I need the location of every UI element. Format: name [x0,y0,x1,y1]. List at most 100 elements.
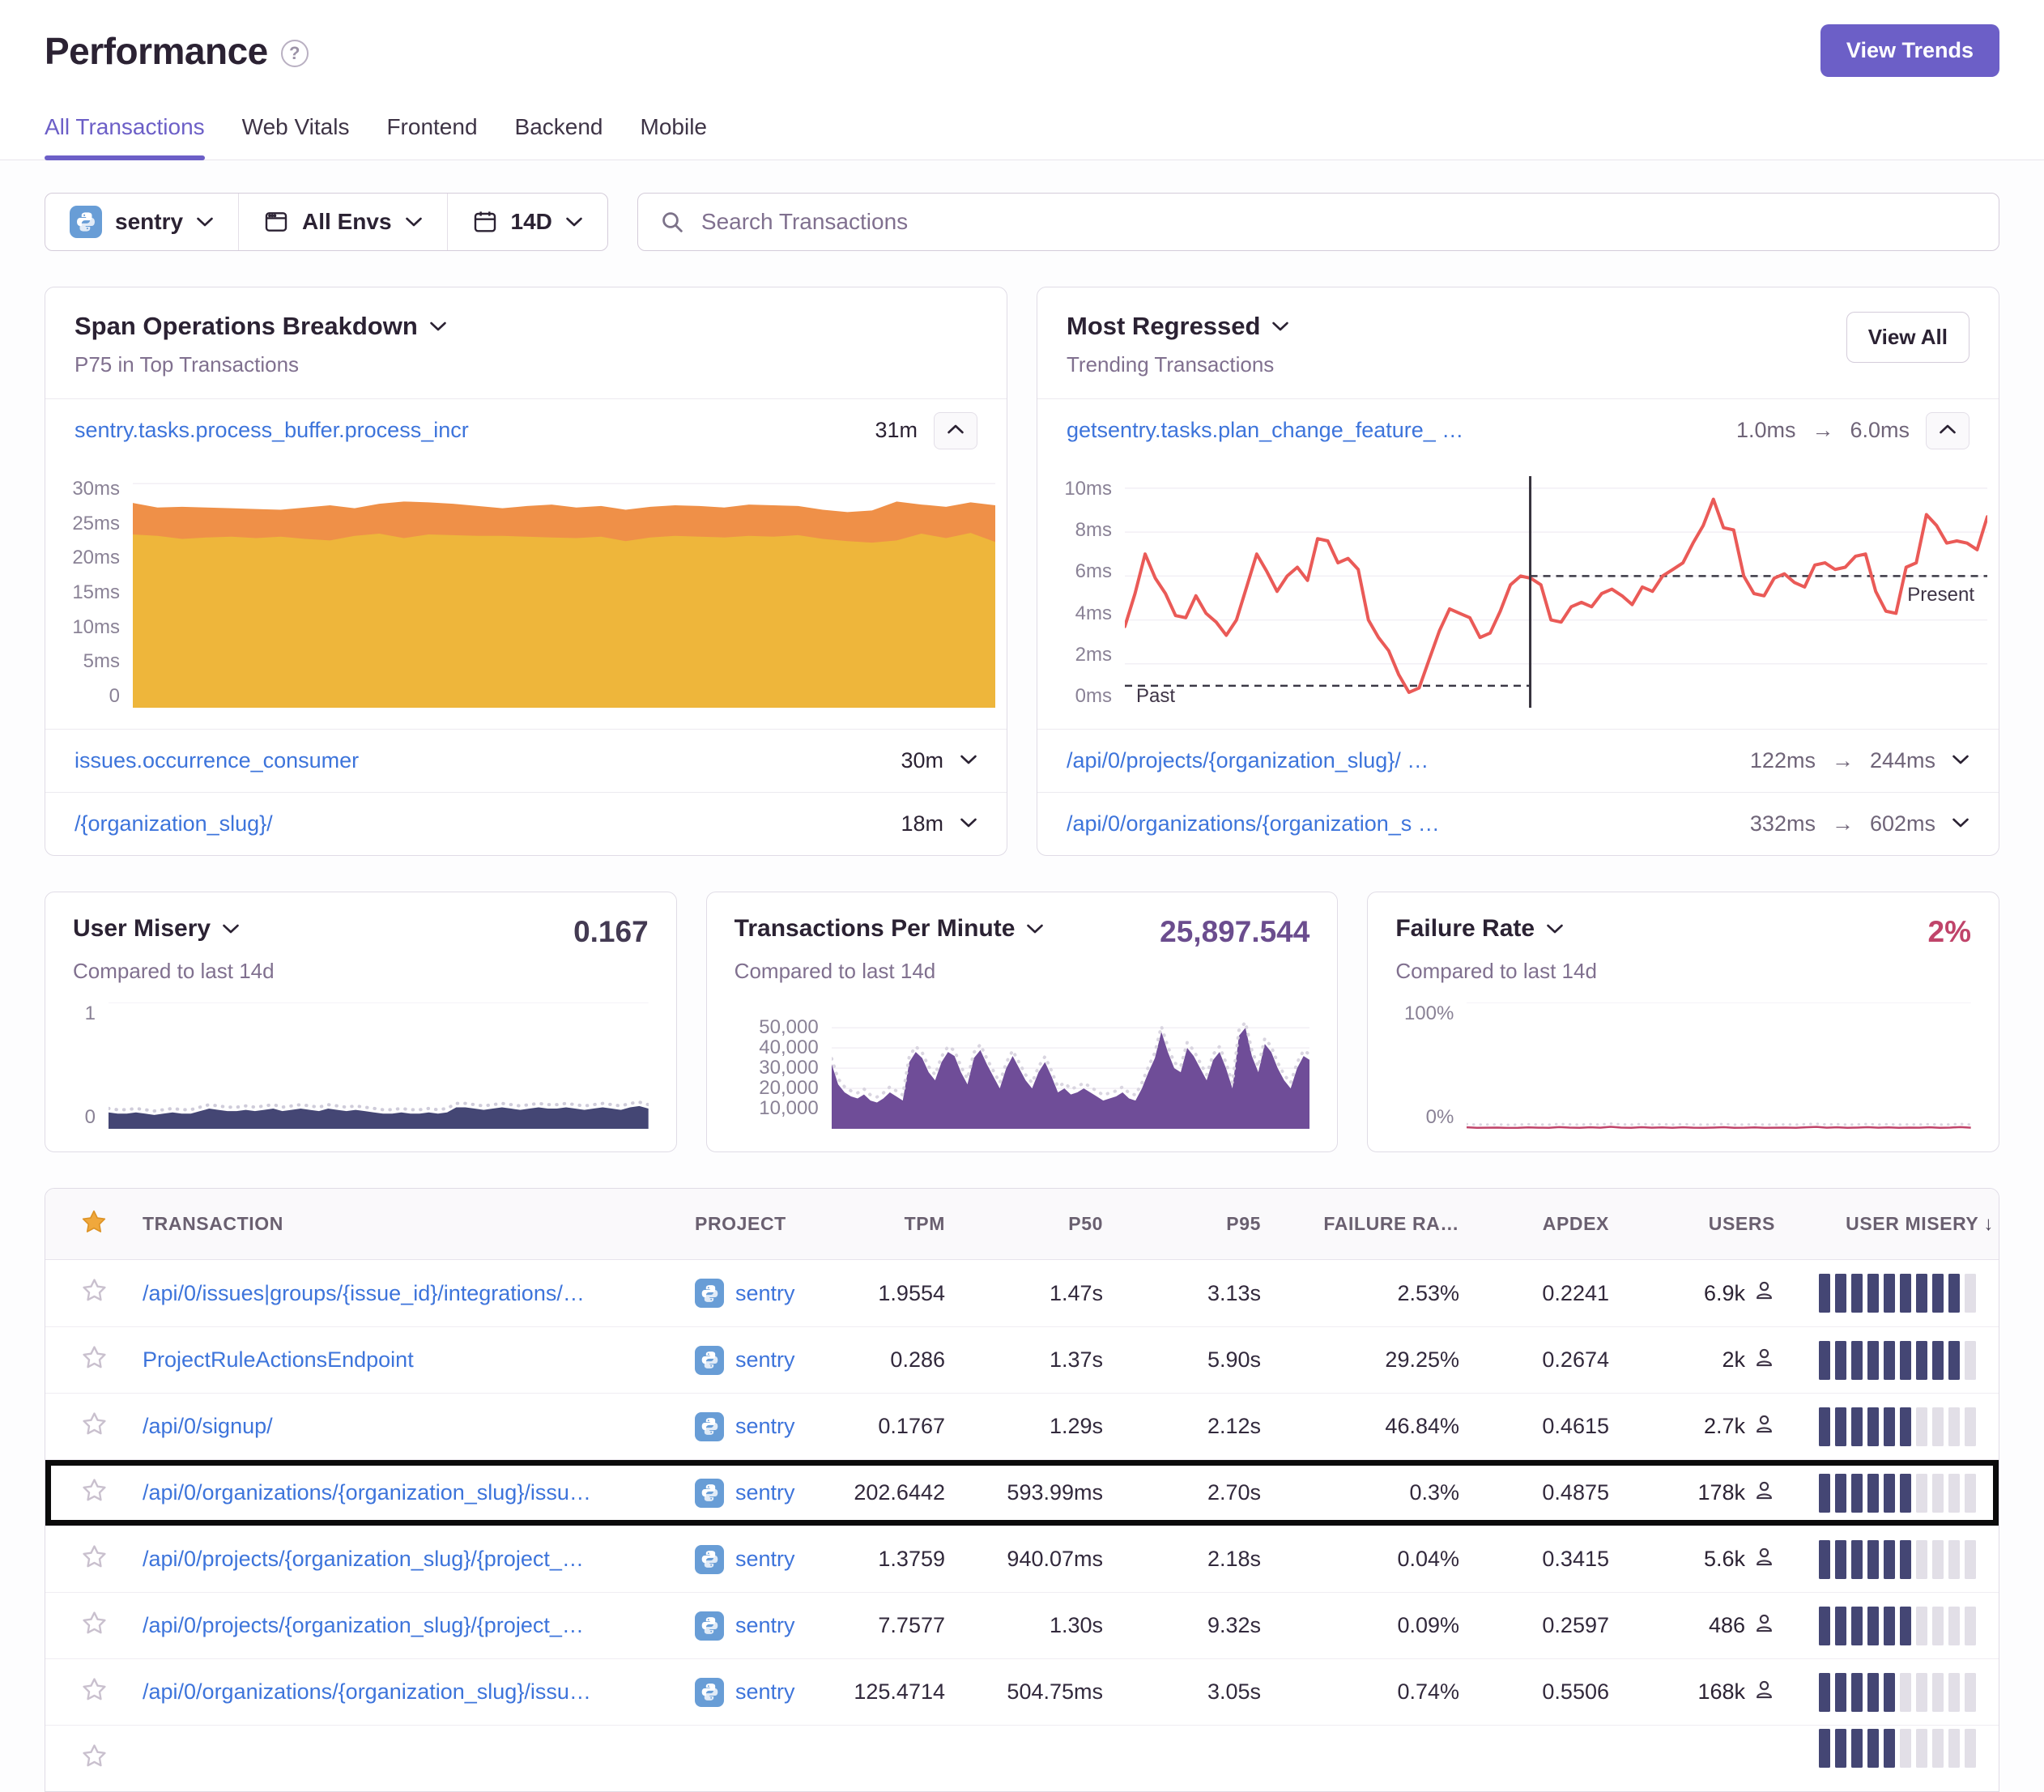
expand-button[interactable] [1952,754,1969,768]
transaction-link[interactable]: /api/0/organizations/{organization_slug}… [143,1679,662,1705]
star-outline-icon [81,1411,108,1443]
span-ops-expanded-row: sentry.tasks.process_buffer.process_incr… [45,398,1007,462]
column-header-transaction[interactable]: Transaction [143,1213,662,1235]
transaction-link[interactable]: /api/0/issues|groups/{issue_id}/integrat… [143,1281,662,1306]
project-link[interactable]: sentry [735,1613,795,1638]
card-subtitle: Compared to last 14d [1395,959,1971,984]
project-link[interactable]: sentry [735,1547,795,1572]
users-count: 6.9k [1704,1281,1745,1306]
help-icon[interactable]: ? [281,40,309,67]
card-subtitle: Compared to last 14d [735,959,1310,984]
span-op-link[interactable]: sentry.tasks.process_buffer.process_incr [75,418,469,443]
expand-button[interactable] [1952,817,1969,831]
column-header-p50[interactable]: P50 [950,1213,1108,1235]
chevron-down-icon [960,817,977,831]
user-misery-title-dropdown[interactable]: User Misery [73,915,240,943]
tab-frontend[interactable]: Frontend [386,114,477,160]
favorite-star-button[interactable] [45,1477,143,1509]
p50-value: 1.29s [950,1414,1108,1439]
project-link[interactable]: sentry [735,1347,795,1373]
search-transactions-box [637,193,1999,251]
project-link[interactable]: sentry [735,1679,795,1705]
tab-all-transactions[interactable]: All Transactions [45,114,205,160]
favorite-star-button[interactable] [45,1344,143,1377]
y-axis-labels: 50,000 40,000 30,000 20,000 10,000 [735,1002,832,1129]
transaction-link[interactable]: /api/0/organizations/{organization_s … [1067,811,1440,836]
chevron-down-icon [429,321,447,332]
project-link[interactable]: sentry [735,1480,795,1505]
chevron-down-icon [960,754,977,768]
key-transactions-column-header[interactable] [45,1208,143,1241]
favorite-star-button[interactable] [45,1411,143,1443]
project-link[interactable]: sentry [735,1414,795,1439]
window-icon [263,209,289,235]
p95-value: 3.13s [1108,1281,1266,1306]
chevron-up-icon [1939,424,1957,437]
card-subtitle: Compared to last 14d [73,959,649,984]
p95-value: 2.18s [1108,1547,1266,1572]
person-icon [1753,1612,1775,1640]
transaction-link[interactable]: /api/0/signup/ [143,1414,662,1439]
regression-line-chart [1125,476,1987,708]
apdex-value: 0.5506 [1464,1679,1614,1705]
user-misery-bars [1780,1607,1999,1645]
person-icon [1753,1679,1775,1706]
favorite-star-button[interactable] [45,1543,143,1576]
most-regressed-title-dropdown[interactable]: Most Regressed [1067,312,1289,341]
project-cell: sentry [662,1545,816,1574]
arrow-right-icon: → [1812,418,1833,443]
tpm-title-dropdown[interactable]: Transactions Per Minute [735,915,1045,943]
tab-web-vitals[interactable]: Web Vitals [242,114,350,160]
column-header-users[interactable]: Users [1614,1213,1780,1235]
column-header-p95[interactable]: P95 [1108,1213,1266,1235]
tpm-value: 7.7577 [816,1613,950,1638]
transaction-link[interactable]: /api/0/projects/{organization_slug}/ … [1067,748,1429,773]
python-project-icon [695,1279,724,1308]
transaction-link[interactable]: getsentry.tasks.plan_change_feature_ … [1067,418,1463,443]
failure-rate-title-dropdown[interactable]: Failure Rate [1395,915,1564,943]
star-icon [80,1208,108,1241]
user-misery-area-chart [109,1002,649,1129]
expand-button[interactable] [960,817,977,831]
view-all-button[interactable]: View All [1846,312,1969,363]
date-range-filter[interactable]: 14D [447,194,607,250]
transaction-link[interactable]: /api/0/projects/{organization_slug}/{pro… [143,1613,662,1638]
environment-filter[interactable]: All Envs [238,194,446,250]
table-row: /api/0/organizations/{organization_slug}… [45,1658,1999,1725]
transaction-link[interactable]: /api/0/organizations/{organization_slug}… [143,1480,662,1505]
collapse-button[interactable] [934,412,977,449]
chevron-down-icon [222,923,240,934]
span-op-link[interactable]: /{organization_slug}/ [75,811,273,836]
star-outline-icon [81,1477,108,1509]
p50-value: 504.75ms [950,1679,1108,1705]
tab-mobile[interactable]: Mobile [641,114,707,160]
column-header-apdex[interactable]: Apdex [1464,1213,1614,1235]
span-op-link[interactable]: issues.occurrence_consumer [75,748,359,773]
transaction-link[interactable]: ProjectRuleActionsEndpoint [143,1347,662,1373]
favorite-star-button[interactable] [45,1743,143,1775]
regressed-collapsed-row: /api/0/projects/{organization_slug}/ … 1… [1037,729,1999,792]
expand-button[interactable] [960,754,977,768]
search-input[interactable] [700,208,1978,236]
users-cell: 5.6k [1614,1546,1780,1573]
span-ops-title-dropdown[interactable]: Span Operations Breakdown [75,312,447,341]
user-misery-bars [1780,1407,1999,1446]
tpm-value: 1.3759 [816,1547,950,1572]
tab-backend[interactable]: Backend [515,114,603,160]
column-header-tpm[interactable]: TPM [816,1213,950,1235]
column-header-failure-rate[interactable]: Failure Ra… [1266,1213,1464,1235]
collapse-button[interactable] [1926,412,1969,449]
favorite-star-button[interactable] [45,1610,143,1642]
favorite-star-button[interactable] [45,1277,143,1309]
apdex-value: 0.4615 [1464,1414,1614,1439]
span-operations-panel: Span Operations Breakdown P75 in Top Tra… [45,287,1007,856]
user-misery-bars [1780,1540,1999,1579]
view-trends-button[interactable]: View Trends [1820,24,1999,77]
column-header-user-misery[interactable]: User Misery↓ [1780,1213,1999,1236]
transaction-link[interactable]: /api/0/projects/{organization_slug}/{pro… [143,1547,662,1572]
favorite-star-button[interactable] [45,1676,143,1709]
project-link[interactable]: sentry [735,1281,795,1306]
project-filter[interactable]: sentry [45,194,238,250]
column-header-project[interactable]: Project [662,1213,816,1235]
project-cell [662,1744,816,1773]
